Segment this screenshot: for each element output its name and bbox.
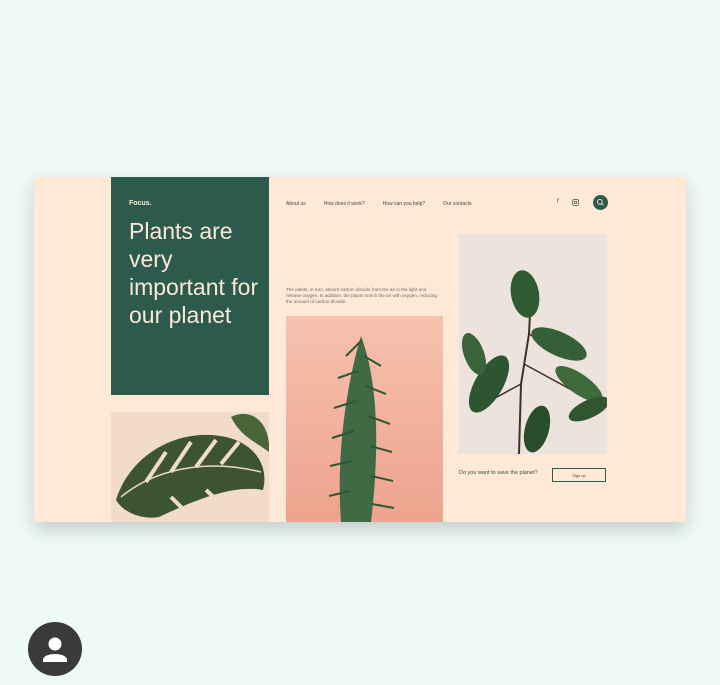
ficus-plant-image	[459, 234, 607, 454]
search-icon	[596, 198, 604, 206]
search-button[interactable]	[593, 195, 608, 210]
cta-question: Do you want to save the planet?	[459, 470, 538, 476]
brand-logo[interactable]: Focus.	[129, 200, 152, 207]
sign-up-button[interactable]: Sign up	[552, 468, 606, 482]
monstera-leaf-image	[111, 412, 269, 522]
nav-how-does-it-work[interactable]: How does it work?	[324, 201, 365, 207]
profile-avatar[interactable]	[28, 622, 82, 676]
website-preview-card: Focus. Plants are very important for our…	[34, 177, 686, 522]
nav-our-contacts[interactable]: Our contacts	[443, 201, 471, 207]
instagram-icon[interactable]	[572, 199, 579, 208]
nav-how-can-you-help[interactable]: How can you help?	[383, 201, 426, 207]
nav-about-us[interactable]: About us	[286, 201, 306, 207]
hero-headline: Plants are very important for our planet	[129, 218, 259, 328]
main-navigation: About us How does it work? How can you h…	[286, 201, 490, 207]
user-avatar-icon	[43, 637, 67, 662]
facebook-icon[interactable]: f	[557, 199, 559, 205]
description-text: The plants, in turn, absorb carbon dioxi…	[286, 286, 437, 304]
hero-panel: Focus. Plants are very important for our…	[111, 177, 269, 395]
cactus-image	[286, 316, 443, 522]
